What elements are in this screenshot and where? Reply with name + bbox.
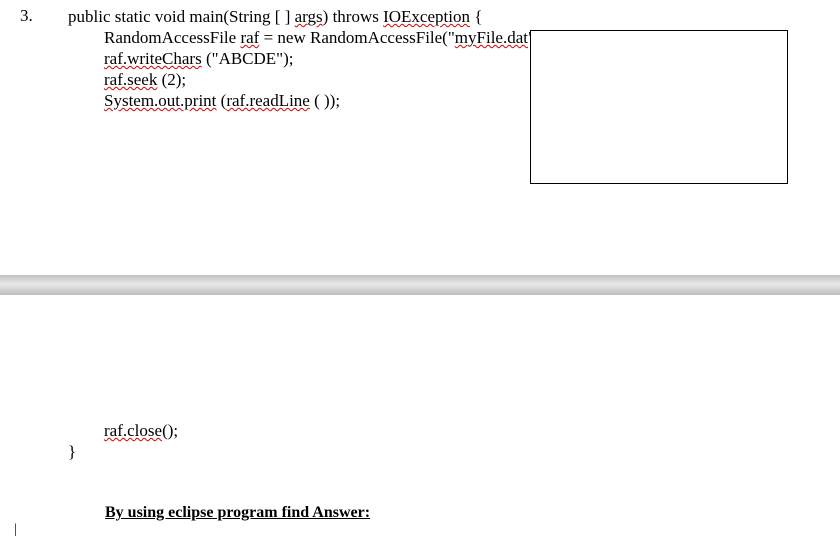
code-underlined: System.out.print [104,91,216,110]
code-block-upper: public static void main(String [ ] args)… [68,6,586,111]
text-cursor: | [14,522,17,538]
code-line: } [68,441,178,462]
code-line: RandomAccessFile raf = new RandomAccessF… [68,27,586,48]
code-line: raf.writeChars ("ABCDE"); [68,48,586,69]
document-page: 3. public static void main(String [ ] ar… [0,0,840,540]
code-text: ("ABCDE"); [202,49,294,68]
code-text: } [68,442,76,461]
code-line: raf.close(); [68,420,178,441]
code-underlined: raf.writeChars [104,49,202,68]
code-text: ( )); [310,91,340,110]
answer-box[interactable] [530,30,788,184]
code-underlined: args [295,7,323,26]
code-text: = new RandomAccessFile(" [259,28,454,47]
code-block-lower: raf.close(); } [68,420,178,462]
code-text: ( [216,91,226,110]
answer-prompt: By using eclipse program find Answer: [105,504,370,522]
code-underlined: raf [240,28,259,47]
code-text: (); [162,421,178,440]
code-underlined: raf.readLine [226,91,310,110]
code-text: { [470,7,482,26]
code-line: System.out.print (raf.readLine ( )); [68,90,586,111]
code-line: public static void main(String [ ] args)… [68,6,586,27]
code-underlined: myFile.dat [455,28,528,47]
code-line: raf.seek (2); [68,69,586,90]
code-underlined: raf.close [104,421,162,440]
code-underlined: raf.seek [104,70,157,89]
code-text: RandomAccessFile [104,28,240,47]
page-break-divider [0,275,840,295]
question-number: 3. [20,6,33,26]
code-underlined: IOException [383,7,470,26]
code-text: public static void main(String [ ] [68,7,295,26]
code-text: (2); [157,70,186,89]
code-text: ) throws [323,7,383,26]
